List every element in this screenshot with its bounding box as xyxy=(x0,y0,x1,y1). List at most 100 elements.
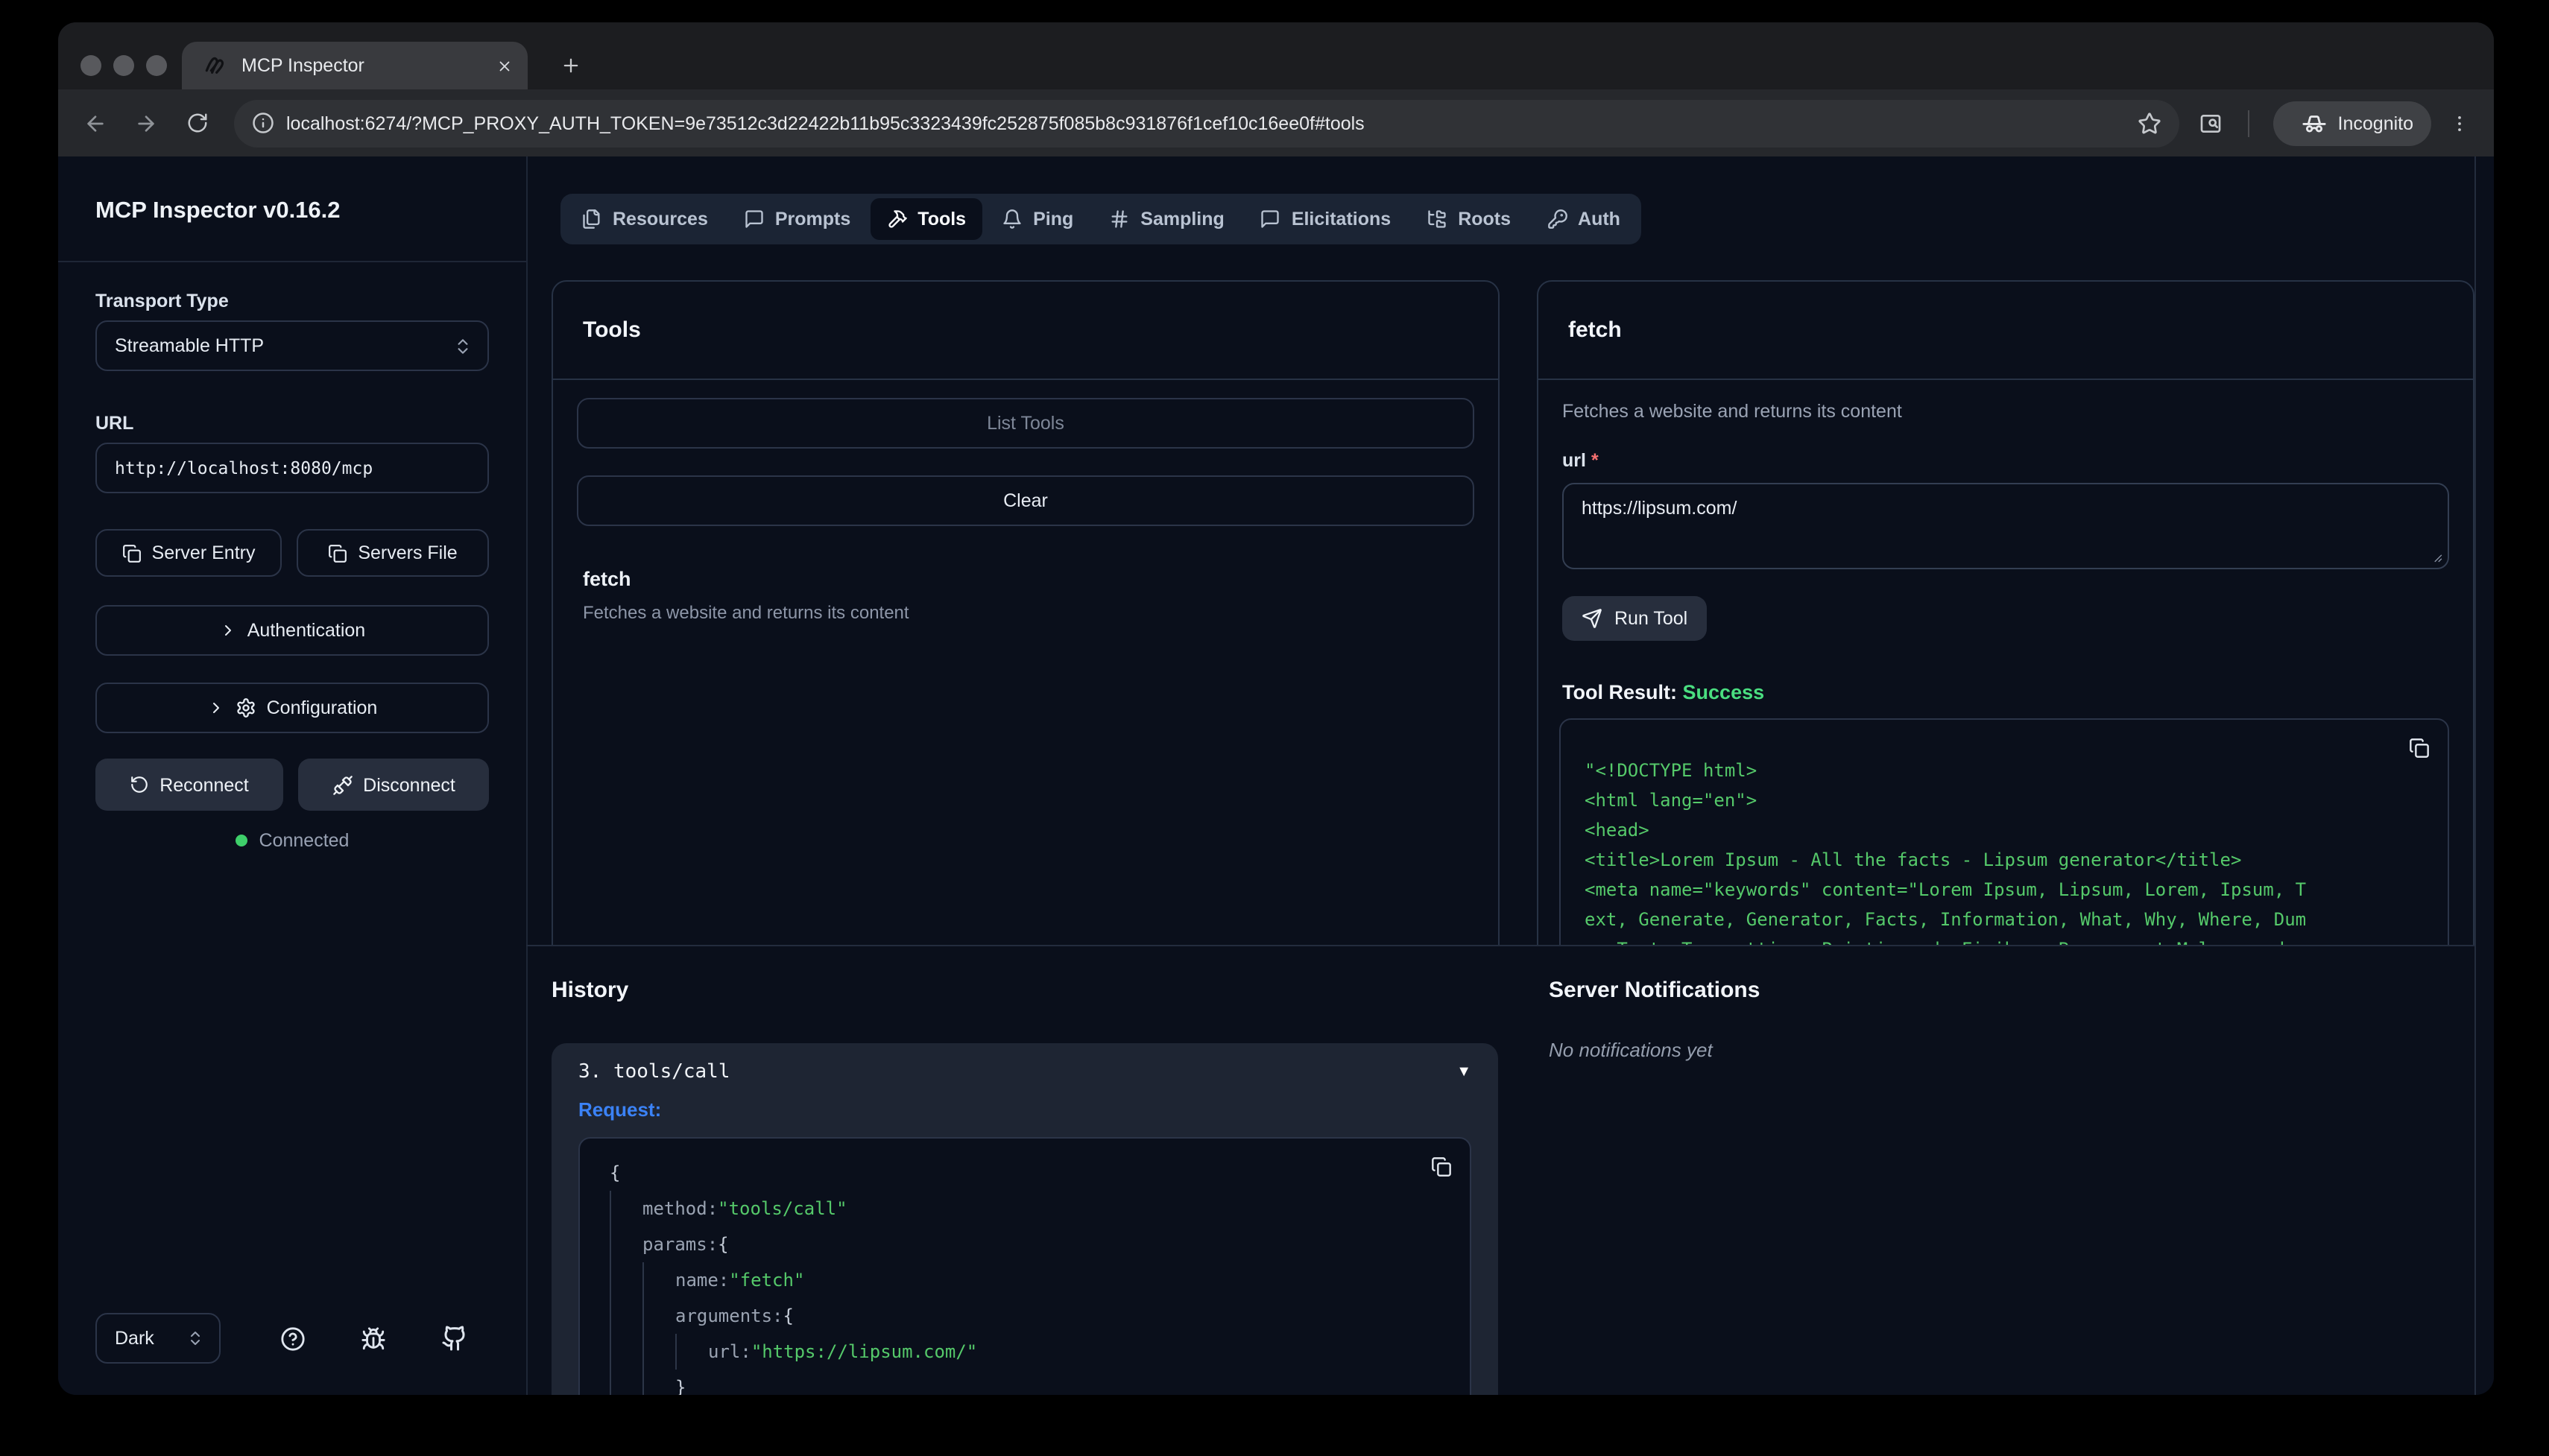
collapse-caret-icon[interactable]: ▼ xyxy=(1456,1064,1471,1080)
three-dots-icon xyxy=(2449,113,2470,133)
indent-guide xyxy=(642,1298,675,1334)
tab-tools[interactable]: Tools xyxy=(870,198,982,240)
reconnect-button[interactable]: Reconnect xyxy=(95,759,283,811)
servers-file-label: Servers File xyxy=(358,542,457,563)
server-notifications-title: Server Notifications xyxy=(1549,978,1760,1003)
url-field-label: url xyxy=(1562,450,1586,471)
reload-button[interactable] xyxy=(171,98,222,148)
connection-status-text: Connected xyxy=(259,830,350,851)
url-field-textarea[interactable]: https://lipsum.com/ xyxy=(1562,483,2449,569)
tab-sampling[interactable]: Sampling xyxy=(1093,198,1241,240)
history-entry-card: 3. tools/call ▼ Request: {method: "tools… xyxy=(552,1043,1498,1395)
browser-toolbar: localhost:6274/?MCP_PROXY_AUTH_TOKEN=9e7… xyxy=(58,89,2494,156)
run-tool-button[interactable]: Run Tool xyxy=(1562,596,1707,641)
tab-label: Ping xyxy=(1033,209,1073,230)
url-text[interactable]: localhost:6274/?MCP_PROXY_AUTH_TOKEN=9e7… xyxy=(286,113,2138,133)
disconnect-button[interactable]: Disconnect xyxy=(298,759,489,811)
configuration-expander[interactable]: Configuration xyxy=(95,683,489,733)
json-token-str: "tools/call" xyxy=(718,1191,847,1226)
tool-detail-title: fetch xyxy=(1568,317,1622,343)
incognito-icon xyxy=(2302,110,2328,136)
json-token-key: name: xyxy=(675,1262,729,1298)
url-label: URL xyxy=(95,413,133,434)
copy-icon xyxy=(328,543,347,563)
json-token-punct: { xyxy=(783,1298,794,1334)
unplug-icon xyxy=(332,774,353,795)
forward-arrow-icon xyxy=(134,111,158,135)
request-label: Request: xyxy=(552,1083,1498,1121)
json-token-key: arguments: xyxy=(675,1298,783,1334)
browser-menu-button[interactable] xyxy=(2434,98,2485,148)
indent-guide xyxy=(610,1370,642,1395)
tool-result-codebox: "<!DOCTYPE html><html lang="en"><head><t… xyxy=(1559,718,2449,946)
request-json-line: method: "tools/call" xyxy=(610,1191,1449,1226)
bug-report-icon[interactable] xyxy=(361,1326,386,1351)
tab-ping[interactable]: Ping xyxy=(985,198,1090,240)
json-token-key: url: xyxy=(708,1334,751,1370)
tab-auth[interactable]: Auth xyxy=(1530,198,1637,240)
address-bar[interactable]: localhost:6274/?MCP_PROXY_AUTH_TOKEN=9e7… xyxy=(234,99,2180,147)
theme-select[interactable]: Dark xyxy=(95,1313,221,1364)
list-tools-button[interactable]: List Tools xyxy=(577,398,1474,449)
server-url-value: http://localhost:8080/mcp xyxy=(115,458,373,478)
plus-icon xyxy=(560,55,581,76)
indent-guide xyxy=(610,1298,642,1334)
result-code-line: ext, Generate, Generator, Facts, Informa… xyxy=(1561,905,2448,934)
browser-tab-title: MCP Inspector xyxy=(241,55,496,76)
help-icon[interactable] xyxy=(279,1326,305,1351)
window-zoom-button[interactable] xyxy=(146,55,167,76)
key-icon xyxy=(1547,209,1567,230)
tool-description: Fetches a website and returns its conten… xyxy=(1562,401,1902,422)
back-button[interactable] xyxy=(70,98,121,148)
tool-detail-header: fetch xyxy=(1538,282,2473,380)
site-info-icon[interactable] xyxy=(252,112,274,134)
forward-button[interactable] xyxy=(121,98,171,148)
transport-type-select[interactable]: Streamable HTTP xyxy=(95,320,489,371)
chevron-right-icon xyxy=(207,699,225,717)
browser-titlebar: MCP Inspector xyxy=(58,22,2494,89)
tools-panel-header: Tools xyxy=(553,282,1498,380)
tool-list-item-name[interactable]: fetch xyxy=(583,568,631,590)
browser-tab[interactable]: MCP Inspector xyxy=(182,42,528,89)
request-json-line: { xyxy=(610,1155,1449,1191)
side-panel-button[interactable] xyxy=(2186,98,2237,148)
connected-dot xyxy=(236,835,247,846)
authentication-expander[interactable]: Authentication xyxy=(95,605,489,656)
tab-elicitations[interactable]: Elicitations xyxy=(1244,198,1407,240)
hash-icon xyxy=(1109,209,1130,230)
indent-guide xyxy=(642,1262,675,1298)
connection-status: Connected xyxy=(58,830,526,851)
rotate-ccw-icon xyxy=(130,775,149,794)
request-json: {method: "tools/call"params: {name: "fet… xyxy=(580,1139,1470,1395)
tab-close-icon[interactable] xyxy=(496,57,513,74)
tab-resources[interactable]: Resources xyxy=(565,198,724,240)
transport-type-value: Streamable HTTP xyxy=(115,335,453,356)
server-url-input[interactable]: http://localhost:8080/mcp xyxy=(95,443,489,493)
result-code-line: <html lang="en"> xyxy=(1561,785,2448,815)
tab-label: Resources xyxy=(613,209,708,230)
tab-prompts[interactable]: Prompts xyxy=(727,198,867,240)
files-icon xyxy=(581,209,602,230)
servers-file-button[interactable]: Servers File xyxy=(297,529,489,577)
indent-guide xyxy=(610,1334,642,1370)
chevron-right-icon xyxy=(219,621,237,639)
tab-roots[interactable]: Roots xyxy=(1410,198,1527,240)
chevrons-up-down-icon xyxy=(186,1329,204,1347)
new-tab-button[interactable] xyxy=(550,45,592,86)
server-entry-button[interactable]: Server Entry xyxy=(95,529,282,577)
history-entry-header[interactable]: 3. tools/call ▼ xyxy=(552,1043,1498,1083)
gear-icon xyxy=(236,697,256,718)
content-right-border xyxy=(2474,156,2476,1395)
window-close-button[interactable] xyxy=(80,55,101,76)
server-entry-label: Server Entry xyxy=(152,542,256,563)
window-minimize-button[interactable] xyxy=(113,55,134,76)
tools-panel-title: Tools xyxy=(583,317,641,343)
transport-type-label: Transport Type xyxy=(95,291,229,311)
clear-tools-button[interactable]: Clear xyxy=(577,475,1474,526)
bookmark-star-icon[interactable] xyxy=(2138,111,2162,135)
json-token-punct: { xyxy=(718,1226,728,1262)
github-icon[interactable] xyxy=(442,1325,469,1352)
copy-request-icon[interactable] xyxy=(1431,1156,1452,1177)
copy-result-icon[interactable] xyxy=(2409,738,2430,759)
resize-handle-icon[interactable] xyxy=(2428,548,2443,563)
